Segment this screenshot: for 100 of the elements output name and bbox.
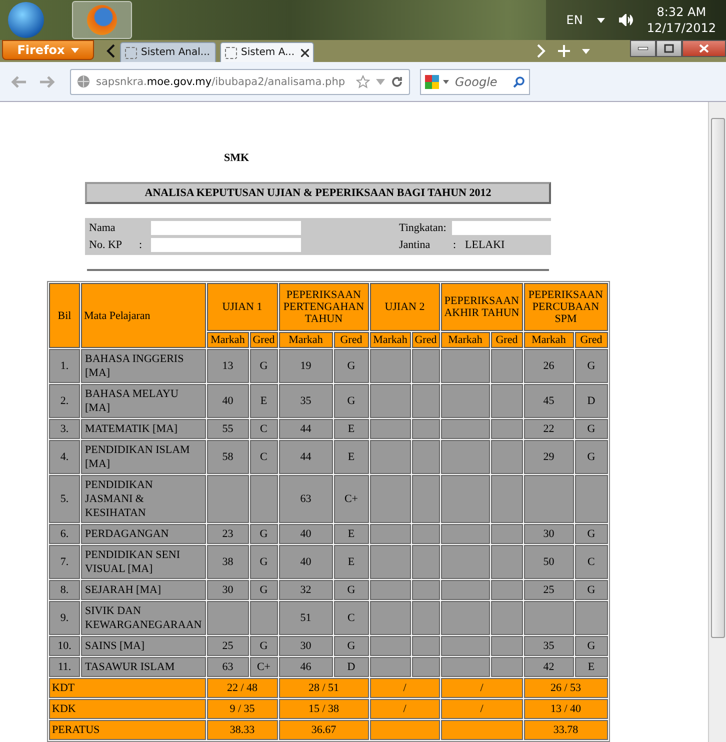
- table-cell: /: [370, 678, 440, 698]
- table-cell: G: [574, 419, 608, 439]
- table-cell: MATEMATIK [MA]: [81, 419, 206, 439]
- table-cell: PENDIDIKAN SENI VISUAL [MA]: [81, 545, 206, 579]
- table-cell: 50: [524, 545, 574, 579]
- table-cell: /: [440, 699, 523, 719]
- table-cell: 40: [278, 524, 333, 544]
- table-cell: 9.: [49, 601, 80, 635]
- table-cell: 19: [278, 349, 333, 383]
- table-cell: 11.: [49, 657, 80, 677]
- table-cell: G: [334, 580, 369, 600]
- table-cell: C: [250, 440, 278, 474]
- table-cell: 30: [206, 580, 249, 600]
- table-cell: G: [250, 524, 278, 544]
- table-cell: SEJARAH [MA]: [81, 580, 206, 600]
- table-cell: 44: [278, 419, 333, 439]
- table-cell: 7.: [49, 545, 80, 579]
- address-field[interactable]: sapsnkra.moe.gov.my/ibubapa2/analisama.php: [70, 68, 410, 94]
- column-header: Markah: [278, 332, 333, 348]
- table-cell: 42: [524, 657, 574, 677]
- language-indicator[interactable]: EN: [566, 13, 583, 27]
- table-cell: C: [334, 601, 369, 635]
- column-header: Gred: [250, 332, 278, 348]
- column-header: PEPERIKSAAN PERCUBAAN SPM: [524, 283, 608, 331]
- table-cell: 35: [278, 384, 333, 418]
- field-label: Jantina: [399, 239, 432, 251]
- column-header: PEPERIKSAAN PERTENGAHAN TAHUN: [278, 283, 369, 331]
- table-cell: PENDIDIKAN ISLAM [MA]: [81, 440, 206, 474]
- browser-tab[interactable]: Sistem A...: [220, 42, 314, 62]
- table-cell: 28 / 51: [278, 678, 369, 698]
- table-cell: PERATUS: [49, 720, 206, 740]
- table-cell: 40: [206, 384, 249, 418]
- table-cell: 36.67: [278, 720, 369, 740]
- table-cell: E: [334, 545, 369, 579]
- table-cell: 40: [278, 545, 333, 579]
- field-label: Nama: [89, 222, 116, 234]
- search-box[interactable]: Google: [420, 68, 530, 94]
- table-cell: SIVIK DAN KEWARGANEGARAAN: [81, 601, 206, 635]
- column-header: UJIAN 2: [370, 283, 440, 331]
- table-cell: 15 / 38: [278, 699, 369, 719]
- table-cell: 8.: [49, 580, 80, 600]
- table-cell: 1.: [49, 349, 80, 383]
- table-cell: 10.: [49, 636, 80, 656]
- table-cell: G: [250, 545, 278, 579]
- table-cell: E: [334, 524, 369, 544]
- table-cell: G: [574, 349, 608, 383]
- column-header: Bil: [49, 283, 80, 348]
- table-cell: 22 / 48: [206, 678, 278, 698]
- field-label: Tingkatan: [399, 222, 444, 234]
- table-cell: 23: [206, 524, 249, 544]
- table-cell: E: [250, 384, 278, 418]
- table-cell: D: [574, 384, 608, 418]
- table-cell: G: [574, 636, 608, 656]
- table-cell: 30: [524, 524, 574, 544]
- colon: :: [443, 222, 448, 234]
- table-cell: 5.: [49, 475, 80, 523]
- table-cell: 13: [206, 349, 249, 383]
- table-cell: 38.33: [206, 720, 278, 740]
- column-header: Gred: [334, 332, 369, 348]
- column-header: Gred: [412, 332, 440, 348]
- table-cell: D: [334, 657, 369, 677]
- url-text: sapsnkra.moe.gov.my/ibubapa2/analisama.php: [96, 76, 346, 88]
- column-header: UJIAN 1: [206, 283, 278, 331]
- field-label: No. KP: [89, 239, 124, 251]
- column-header: Mata Pelajaran: [81, 283, 206, 348]
- colon: :: [139, 239, 144, 251]
- table-cell: KDT: [49, 678, 206, 698]
- table-cell: 35: [524, 636, 574, 656]
- table-cell: G: [250, 349, 278, 383]
- table-cell: 2.: [49, 384, 80, 418]
- table-cell: PENDIDIKAN JASMANI & KESIHATAN: [81, 475, 206, 523]
- column-header: Gred: [574, 332, 608, 348]
- table-cell: G: [334, 384, 369, 418]
- table-cell: G: [574, 524, 608, 544]
- table-cell: /: [370, 699, 440, 719]
- table-cell: 46: [278, 657, 333, 677]
- table-cell: 51: [278, 601, 333, 635]
- table-cell: /: [440, 678, 523, 698]
- table-cell: E: [334, 440, 369, 474]
- table-cell: TASAWUR ISLAM: [81, 657, 206, 677]
- table-cell: G: [334, 349, 369, 383]
- colon: :: [453, 239, 458, 251]
- column-header: PEPERIKSAAN AKHIR TAHUN: [440, 283, 523, 331]
- column-header: Gred: [490, 332, 523, 348]
- table-cell: C: [574, 545, 608, 579]
- table-cell: 29: [524, 440, 574, 474]
- report-title: ANALISA KEPUTUSAN UJIAN & PEPERIKSAAN BAGI TAHUN 2012: [85, 182, 551, 204]
- table-cell: 32: [278, 580, 333, 600]
- table-cell: 22: [524, 419, 574, 439]
- table-cell: 3.: [49, 419, 80, 439]
- table-cell: 38: [206, 545, 249, 579]
- table-cell: 6.: [49, 524, 80, 544]
- table-cell: 44: [278, 440, 333, 474]
- table-cell: C: [250, 419, 278, 439]
- table-cell: 63: [278, 475, 333, 523]
- table-cell: 9 / 35: [206, 699, 278, 719]
- table-cell: 45: [524, 384, 574, 418]
- table-cell: 58: [206, 440, 249, 474]
- browser-tab[interactable]: Sistem Anal...: [120, 42, 216, 62]
- table-cell: G: [574, 440, 608, 474]
